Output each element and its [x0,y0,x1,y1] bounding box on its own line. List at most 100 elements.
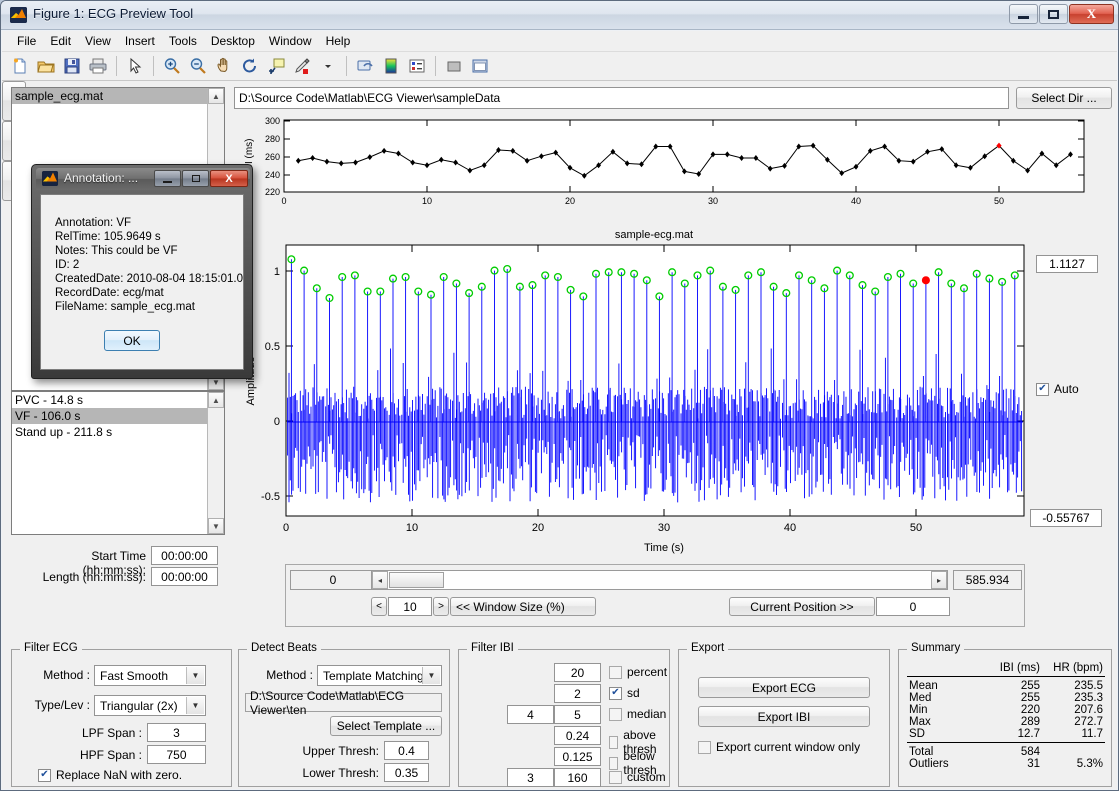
list-item[interactable]: PVC - 14.8 s [12,392,207,408]
export-current-window-checkbox[interactable]: Export current window only [698,740,860,754]
current-position-button[interactable]: Current Position >> [729,597,875,616]
ibi-sd-checkbox-box[interactable]: ✔ [609,686,622,700]
zoom-out-icon[interactable] [186,54,210,78]
scroll-down-icon[interactable]: ▼ [208,518,224,534]
ibi-custom-input-b[interactable]: 160 [554,768,601,787]
ibi-below-thresh-checkbox-box[interactable] [609,756,619,770]
current-position-input[interactable]: 0 [876,597,950,616]
ymin-input[interactable]: -0.55767 [1030,509,1102,527]
ibi-custom-checkbox[interactable]: custom [609,770,666,784]
select-template-button[interactable]: Select Template ... [330,716,442,736]
annotation-list-scrollbar[interactable]: ▲ ▼ [207,392,224,534]
auto-checkbox-box[interactable]: ✔ [1036,382,1049,396]
menu-view[interactable]: View [78,32,118,50]
window-size-input[interactable]: 10 [388,597,432,616]
select-dir-button[interactable]: Select Dir ... [1016,87,1112,109]
ymax-input[interactable]: 1.1127 [1036,255,1098,273]
scrollbar-thumb[interactable] [389,572,444,588]
directory-path-input[interactable]: D:\Source Code\Matlab\ECG Viewer\sampleD… [234,87,1009,109]
menu-desktop[interactable]: Desktop [204,32,262,50]
replace-nan-checkbox-box[interactable]: ✔ [38,768,51,782]
lpf-span-input[interactable]: 3 [147,723,206,742]
filter-typelev-select[interactable]: Triangular (2x) ▼ [94,695,206,716]
ibi-custom-input-a[interactable]: 3 [507,768,554,787]
menu-tools[interactable]: Tools [162,32,204,50]
chevron-down-icon[interactable]: ▼ [186,697,204,714]
annotation-ok-button[interactable]: OK [104,330,160,351]
start-time-input[interactable]: 00:00:00 [151,546,218,565]
annotation-dialog[interactable]: Annotation: ... X Annotation: VF RelTime… [31,164,253,379]
scroll-up-icon[interactable]: ▲ [208,88,224,104]
ibi-below-thresh-input[interactable]: 0.125 [554,747,601,766]
new-figure-icon[interactable] [8,54,32,78]
legend-icon[interactable] [405,54,429,78]
data-cursor-icon[interactable] [264,54,288,78]
ibi-custom-checkbox-box[interactable] [609,770,622,784]
annotation-list[interactable]: PVC - 14.8 s VF - 106.0 s Stand up - 211… [11,391,225,535]
replace-nan-checkbox[interactable]: ✔ Replace NaN with zero. [38,768,182,782]
colorbar-icon[interactable] [379,54,403,78]
hide-plot-tools-icon[interactable] [442,54,466,78]
brush-dropdown-icon[interactable] [316,54,340,78]
scroll-up-icon[interactable]: ▲ [208,392,224,408]
list-item[interactable]: Stand up - 211.8 s [12,424,207,440]
show-plot-tools-icon[interactable] [468,54,492,78]
ibi-percent-checkbox-box[interactable] [609,665,622,679]
save-figure-icon[interactable] [60,54,84,78]
zoom-in-icon[interactable] [160,54,184,78]
menu-edit[interactable]: Edit [43,32,78,50]
annotation-dialog-close-button[interactable]: X [210,170,248,187]
lower-thresh-input[interactable]: 0.35 [384,763,429,782]
list-item[interactable]: sample_ecg.mat [12,88,207,104]
timeline-scrollbar[interactable]: ◂ ▸ [371,570,948,590]
time-range-start[interactable]: 0 [290,570,376,590]
menu-file[interactable]: File [10,32,43,50]
hpf-span-input[interactable]: 750 [147,745,206,764]
template-path-input[interactable]: D:\Source Code\Matlab\ECG Viewer\ten [245,689,442,717]
upper-thresh-input[interactable]: 0.4 [384,741,429,760]
rotate-3d-icon[interactable] [238,54,262,78]
ibi-percent-input[interactable]: 20 [554,663,601,682]
window-size-decrease-button[interactable]: < [371,597,387,616]
ibi-above-thresh-checkbox-box[interactable] [609,735,619,749]
chevron-down-icon[interactable]: ▼ [422,667,440,684]
export-current-window-checkbox-box[interactable] [698,740,711,754]
annotation-dialog-maximize-button[interactable] [182,170,209,187]
filter-method-select[interactable]: Fast Smooth ▼ [94,665,206,686]
auto-scale-checkbox[interactable]: ✔ Auto [1036,382,1079,396]
ibi-median-input-b[interactable]: 5 [554,705,601,724]
menu-insert[interactable]: Insert [118,32,162,50]
menu-help[interactable]: Help [319,32,358,50]
ibi-median-input-a[interactable]: 4 [507,705,554,724]
close-button[interactable]: X [1069,4,1114,24]
ibi-sd-input[interactable]: 2 [554,684,601,703]
scroll-left-icon[interactable]: ◂ [372,571,388,589]
brush-icon[interactable] [290,54,314,78]
open-file-icon[interactable] [34,54,58,78]
list-item[interactable]: VF - 106.0 s [12,408,207,424]
maximize-button[interactable] [1039,4,1068,24]
pointer-icon[interactable] [123,54,147,78]
export-ecg-button[interactable]: Export ECG [698,677,870,698]
pan-icon[interactable] [212,54,236,78]
link-plot-icon[interactable] [353,54,377,78]
ibi-median-checkbox-box[interactable] [609,707,622,721]
menu-window[interactable]: Window [262,32,319,50]
scroll-right-icon[interactable]: ▸ [931,571,947,589]
length-input[interactable]: 00:00:00 [151,567,218,586]
chevron-down-icon[interactable]: ▼ [186,667,204,684]
export-ibi-button[interactable]: Export IBI [698,706,870,727]
ibi-sd-checkbox[interactable]: ✔ sd [609,686,640,700]
ibi-above-thresh-input[interactable]: 0.24 [554,726,601,745]
window-size-increase-button[interactable]: > [433,597,449,616]
minimize-button[interactable] [1009,4,1038,24]
print-figure-icon[interactable] [86,54,110,78]
beat-marker-highlighted[interactable] [921,276,930,285]
detect-method-select[interactable]: Template Matching ▼ [317,665,442,686]
ibi-median-checkbox[interactable]: median [609,707,666,721]
table-row: Med 255 235.3 [907,692,1105,704]
time-range-end[interactable]: 585.934 [953,570,1022,590]
ibi-plot[interactable]: 300 280 260 240 220 0 10 20 30 40 50 IBI… [234,114,1112,214]
annotation-dialog-minimize-button[interactable] [154,170,181,187]
ibi-percent-checkbox[interactable]: percent [609,665,667,679]
